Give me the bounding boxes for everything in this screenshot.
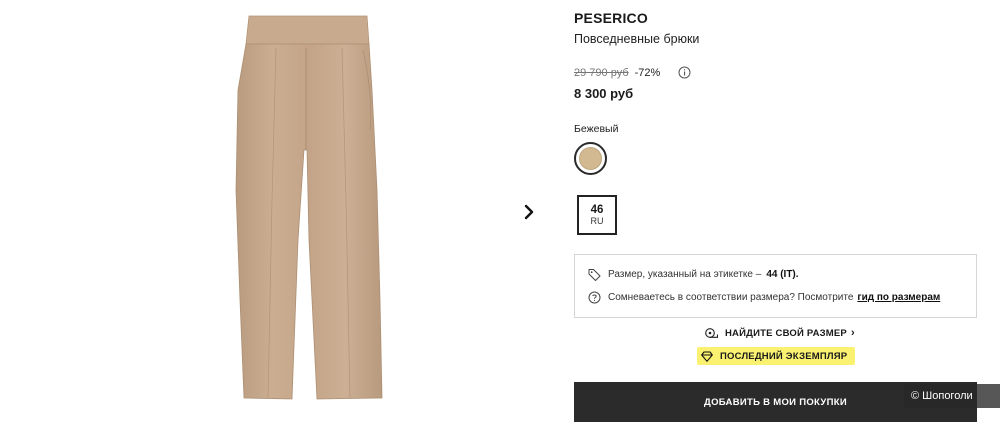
color-swatch-selected[interactable] xyxy=(574,142,607,175)
current-price: 8 300 руб xyxy=(574,86,634,101)
watermark: © Шопоголи xyxy=(904,384,1000,408)
find-size-label: НАЙДИТЕ СВОЙ РАЗМЕР xyxy=(725,327,847,339)
old-price: 29 790 руб xyxy=(574,67,629,79)
price-row: 29 790 руб -72% xyxy=(574,66,691,79)
size-number: 46 xyxy=(590,204,604,216)
size-region: RU xyxy=(590,216,604,226)
color-label: Бежевый xyxy=(574,123,619,135)
color-swatch-beige xyxy=(579,147,602,170)
diamond-icon xyxy=(701,350,713,362)
size-option-46[interactable]: 46 RU xyxy=(577,195,617,235)
chevron-right-icon[interactable] xyxy=(519,202,539,222)
brand-name: PESERICO xyxy=(574,10,648,26)
discount-badge: -72% xyxy=(634,67,661,79)
label-size-row: Размер, указанный на этикетке – 44 (IT). xyxy=(588,268,799,281)
question-icon xyxy=(588,291,601,304)
product-gallery xyxy=(0,0,560,429)
find-your-size-link[interactable]: НАЙДИТЕ СВОЙ РАЗМЕР › xyxy=(705,327,855,339)
label-size-value: 44 (IT). xyxy=(766,269,799,280)
product-subtitle: Повседневные брюки xyxy=(574,32,700,46)
size-guide-link[interactable]: гид по размерам xyxy=(857,292,940,303)
last-item-label: ПОСЛЕДНИЙ ЭКЗЕМПЛЯР xyxy=(720,350,848,362)
label-size-text: Размер, указанный на этикетке – xyxy=(608,269,762,280)
size-guide-row: Сомневаетесь в соответствии размера? Пос… xyxy=(588,291,940,304)
product-info: PESERICO Повседневные брюки 29 790 руб -… xyxy=(574,0,979,429)
info-icon[interactable] xyxy=(678,66,691,79)
measuring-tape-icon xyxy=(705,328,718,338)
size-info-panel: Размер, указанный на этикетке – 44 (IT).… xyxy=(574,254,977,318)
tag-icon xyxy=(588,269,601,281)
product-image xyxy=(235,15,383,400)
last-item-badge: ПОСЛЕДНИЙ ЭКЗЕМПЛЯР xyxy=(697,347,856,365)
size-doubt-text: Сомневаетесь в соответствии размера? Пос… xyxy=(608,292,854,303)
chevron-right-small-icon: › xyxy=(850,327,855,339)
